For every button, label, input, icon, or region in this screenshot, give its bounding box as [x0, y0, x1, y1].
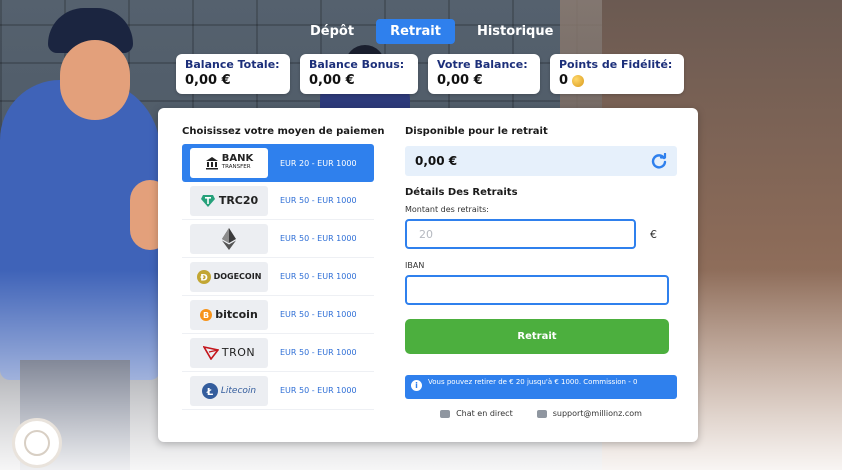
withdraw-submit-button[interactable]: Retrait [405, 319, 669, 354]
chat-icon [440, 409, 451, 418]
bitcoin-logo-text: bitcoin [215, 308, 258, 321]
loyalty-points-label: Points de Fidélité: [559, 58, 673, 71]
withdraw-panel: Choisissez votre moyen de paiemen BANK T… [158, 108, 698, 442]
method-range: EUR 50 - EUR 1000 [280, 196, 357, 205]
tron-icon [202, 345, 219, 360]
contact-links: Chat en direct support@millionz.com [405, 409, 677, 418]
info-icon: i [411, 380, 422, 391]
coin-icon [572, 74, 585, 87]
support-email-link[interactable]: support@millionz.com [536, 409, 642, 418]
method-range: EUR 20 - EUR 1000 [280, 158, 357, 168]
bitcoin-logo: B bitcoin [190, 299, 268, 330]
your-balance-label: Votre Balance: [437, 58, 528, 71]
payment-method-dogecoin[interactable]: Ð DOGECOIN EUR 50 - EUR 1000 [182, 258, 374, 296]
bank-icon [205, 157, 218, 170]
bank-transfer-logo: BANK TRANSFER [190, 148, 268, 178]
foreground-person-head [60, 40, 130, 120]
withdraw-info-banner: i Vous pouvez retirer de € 20 jusqu'à € … [405, 375, 677, 399]
method-range: EUR 50 - EUR 1000 [280, 234, 357, 243]
loyalty-points-row: 0 [559, 73, 675, 88]
ethereum-icon [222, 227, 236, 250]
bank-logo-subtext: TRANSFER [221, 164, 251, 170]
withdraw-form-section: Disponible pour le retrait 0,00 € Détail… [405, 126, 677, 418]
total-balance-label: Balance Totale: [185, 58, 280, 71]
available-balance-box: 0,00 € [405, 146, 677, 176]
ethereum-logo [190, 223, 268, 254]
bitcoin-icon: B [200, 308, 213, 321]
refresh-icon[interactable] [651, 153, 667, 169]
total-balance-card: Balance Totale: 0,00 € [176, 54, 290, 94]
method-range: EUR 50 - EUR 1000 [280, 386, 357, 395]
tab-retrait[interactable]: Retrait [376, 19, 455, 44]
live-chat-link[interactable]: Chat en direct [440, 409, 513, 418]
support-email-label: support@millionz.com [552, 409, 642, 418]
iban-input[interactable] [405, 275, 669, 305]
available-title: Disponible pour le retrait [405, 126, 548, 137]
withdraw-details-title: Détails Des Retraits [405, 187, 518, 198]
bank-transfer-wordmark: BANK TRANSFER [222, 154, 253, 172]
payment-methods-section: Choisissez votre moyen de paiemen BANK T… [182, 126, 385, 410]
litecoin-logo-text: Litecoin [220, 385, 257, 396]
loyalty-points-card: Points de Fidélité: 0 [550, 54, 684, 94]
bonus-balance-value: 0,00 € [309, 73, 355, 88]
bank-logo-text: BANK [221, 153, 254, 164]
amount-input[interactable] [405, 219, 636, 249]
amount-label: Montant des retraits: [405, 205, 489, 214]
live-chat-label: Chat en direct [456, 409, 513, 418]
withdraw-info-text: Vous pouvez retirer de € 20 jusqu'à € 10… [428, 378, 638, 386]
brand-badge[interactable] [12, 418, 62, 468]
available-balance-value: 0,00 € [415, 154, 458, 168]
payment-methods-title: Choisissez votre moyen de paiemen [182, 126, 385, 137]
iban-label: IBAN [405, 261, 425, 270]
trc20-logo: TRC20 [190, 185, 268, 216]
payment-method-trc20[interactable]: TRC20 EUR 50 - EUR 1000 [182, 182, 374, 220]
mail-icon [536, 409, 547, 418]
tether-icon [200, 194, 215, 207]
method-range: EUR 50 - EUR 1000 [280, 348, 357, 357]
dogecoin-logo: Ð DOGECOIN [190, 261, 268, 292]
method-range: EUR 50 - EUR 1000 [280, 310, 357, 319]
payment-method-bitcoin[interactable]: B bitcoin EUR 50 - EUR 1000 [182, 296, 374, 334]
trc20-logo-text: TRC20 [218, 194, 259, 207]
tron-logo: TRON [190, 337, 268, 368]
litecoin-icon: Ł [201, 382, 218, 399]
payment-method-list: BANK TRANSFER EUR 20 - EUR 1000 TRC20 EU… [182, 144, 374, 410]
svg-text:B: B [203, 311, 209, 320]
total-balance-value: 0,00 € [185, 73, 231, 88]
litecoin-logo: Ł Litecoin [190, 375, 268, 406]
badge-icon [24, 430, 50, 456]
payment-method-ethereum[interactable]: EUR 50 - EUR 1000 [182, 220, 374, 258]
payment-method-tron[interactable]: TRON EUR 50 - EUR 1000 [182, 334, 374, 372]
tron-logo-text: TRON [221, 346, 256, 359]
payment-method-bank-transfer[interactable]: BANK TRANSFER EUR 20 - EUR 1000 [182, 144, 374, 182]
loyalty-points-value: 0 [559, 73, 569, 88]
svg-text:Ł: Ł [206, 387, 214, 398]
dogecoin-logo-text: DOGECOIN [213, 272, 262, 281]
method-range: EUR 50 - EUR 1000 [280, 272, 357, 281]
your-balance-value: 0,00 € [437, 73, 483, 88]
cashier-tabs: Dépôt Retrait Historique [296, 19, 567, 44]
amount-row: € [405, 219, 677, 249]
bonus-balance-label: Balance Bonus: [309, 58, 405, 71]
currency-symbol: € [650, 227, 657, 241]
payment-method-litecoin[interactable]: Ł Litecoin EUR 50 - EUR 1000 [182, 372, 374, 410]
bonus-balance-card: Balance Bonus: 0,00 € [300, 54, 418, 94]
tab-depot[interactable]: Dépôt [296, 19, 368, 44]
tab-historique[interactable]: Historique [463, 19, 567, 44]
svg-text:Ð: Ð [200, 273, 208, 283]
dogecoin-icon: Ð [196, 269, 211, 284]
your-balance-card: Votre Balance: 0,00 € [428, 54, 540, 94]
